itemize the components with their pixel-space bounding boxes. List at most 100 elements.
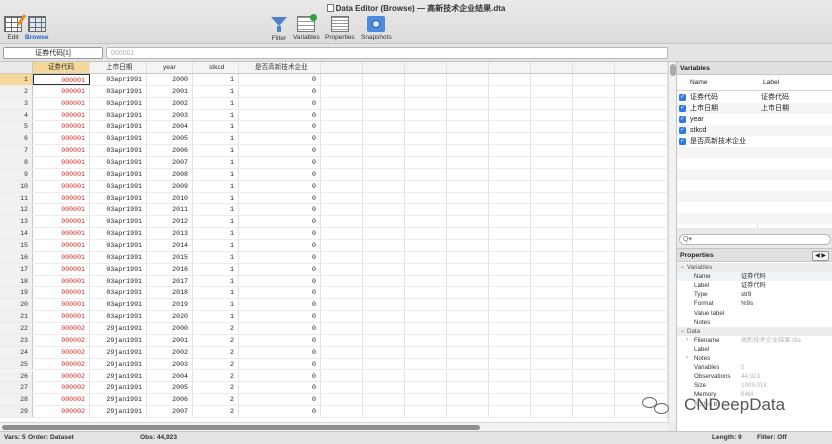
cell-hightech[interactable]: 0 (239, 334, 321, 346)
cell-stkcd[interactable]: 1 (193, 240, 239, 251)
cell-hightech[interactable]: 0 (239, 240, 321, 251)
cell-stkcd[interactable]: 1 (193, 74, 239, 85)
cell-hightech[interactable]: 0 (239, 275, 321, 287)
table-row[interactable]: 22 000002 29jan1991 2000 2 0 (0, 323, 668, 335)
row-number[interactable]: 16 (0, 251, 33, 263)
table-row[interactable]: 27 000002 29jan1991 2005 2 0 (0, 382, 668, 395)
property-row[interactable]: Observations 44,923 (677, 372, 832, 381)
cell-year[interactable]: 2003 (147, 358, 193, 370)
row-number[interactable]: 14 (0, 228, 33, 240)
property-row[interactable]: Notes (677, 318, 832, 327)
name-column-header[interactable]: Name (690, 75, 708, 91)
property-row[interactable]: Variables 5 (677, 363, 832, 372)
cell-listing-date[interactable]: 03apr1991 (90, 180, 147, 192)
cell-year[interactable]: 2010 (147, 192, 193, 204)
cell-stkcd[interactable]: 1 (193, 145, 239, 157)
horizontal-scroll-thumb[interactable] (2, 425, 480, 430)
cell-hightech[interactable]: 0 (239, 263, 321, 275)
cell-hightech[interactable]: 0 (239, 133, 321, 145)
cell-listing-date[interactable]: 03apr1991 (90, 240, 147, 251)
cell-hightech[interactable]: 0 (239, 85, 321, 97)
cell-stkcd[interactable]: 1 (193, 204, 239, 216)
cell-stkcd[interactable]: 2 (193, 370, 239, 382)
cell-hightech[interactable]: 0 (239, 287, 321, 299)
cell-stkcd[interactable]: 1 (193, 263, 239, 275)
cell-listing-date[interactable]: 03apr1991 (90, 145, 147, 157)
cell-hightech[interactable]: 0 (239, 228, 321, 240)
cell-hightech[interactable]: 0 (239, 251, 321, 263)
cell-stkcd[interactable]: 1 (193, 287, 239, 299)
cell-year[interactable]: 2006 (147, 394, 193, 406)
property-row[interactable]: Value label (677, 309, 832, 318)
cell-zqdm[interactable]: 000001 (33, 85, 90, 97)
row-number[interactable]: 2 (0, 85, 33, 97)
table-row[interactable]: 20 000001 03apr1991 2019 1 0 (0, 299, 668, 312)
row-number[interactable]: 5 (0, 121, 33, 133)
checkbox-checked-icon[interactable]: ✓ (679, 138, 686, 145)
variable-row[interactable]: ✓ 证券代码 证券代码 (677, 92, 832, 103)
cell-listing-date[interactable]: 03apr1991 (90, 109, 147, 121)
cell-stkcd[interactable]: 2 (193, 323, 239, 334)
data-grid[interactable]: 证券代码 上市日期 year stkcd 是否高新技术企业 1 000001 03a… (0, 62, 668, 422)
cell-zqdm[interactable]: 000001 (33, 275, 90, 287)
cell-year[interactable]: 2015 (147, 251, 193, 263)
cell-year[interactable]: 2000 (147, 323, 193, 334)
column-header[interactable]: year (147, 62, 193, 73)
row-number[interactable]: 8 (0, 157, 33, 168)
row-number[interactable]: 25 (0, 358, 33, 370)
variable-row[interactable]: ✓ year (677, 114, 832, 125)
cell-listing-date[interactable]: 03apr1991 (90, 74, 147, 85)
cell-hightech[interactable]: 0 (239, 145, 321, 157)
cell-listing-date[interactable]: 03apr1991 (90, 311, 147, 323)
property-row[interactable]: › Notes (677, 354, 832, 363)
variable-row[interactable]: ✓ 是否高新技术企业 (677, 136, 832, 147)
cell-zqdm[interactable]: 000002 (33, 323, 90, 334)
cell-hightech[interactable]: 0 (239, 382, 321, 394)
table-row[interactable]: 2 000001 03apr1991 2001 1 0 (0, 85, 668, 98)
cell-listing-date[interactable]: 03apr1991 (90, 85, 147, 97)
cell-listing-date[interactable]: 29jan1991 (90, 334, 147, 346)
row-number[interactable]: 13 (0, 216, 33, 228)
cell-year[interactable]: 2004 (147, 370, 193, 382)
row-number[interactable]: 22 (0, 323, 33, 334)
header-corner[interactable] (0, 62, 33, 73)
cell-year[interactable]: 2011 (147, 204, 193, 216)
cell-zqdm[interactable]: 000001 (33, 145, 90, 157)
cell-year[interactable]: 2002 (147, 97, 193, 109)
cell-zqdm[interactable]: 000001 (33, 216, 90, 228)
table-row[interactable]: 15 000001 03apr1991 2014 1 0 (0, 240, 668, 252)
cell-value-input[interactable]: 000001 (106, 47, 668, 59)
cell-year[interactable]: 2016 (147, 263, 193, 275)
properties-button[interactable]: Properties (325, 16, 355, 41)
row-number[interactable]: 4 (0, 109, 33, 121)
variable-row[interactable]: ✓ 上市日期 上市日期 (677, 103, 832, 114)
cell-zqdm[interactable]: 000001 (33, 204, 90, 216)
property-row[interactable]: Format %9s (677, 299, 832, 308)
column-header[interactable]: 证券代码 (33, 62, 90, 73)
cell-zqdm[interactable]: 000001 (33, 180, 90, 192)
table-row[interactable]: 4 000001 03apr1991 2003 1 0 (0, 109, 668, 122)
cell-year[interactable]: 2019 (147, 299, 193, 311)
cell-zqdm[interactable]: 000001 (33, 157, 90, 168)
cell-zqdm[interactable]: 000002 (33, 406, 90, 417)
table-row[interactable]: 19 000001 03apr1991 2018 1 0 (0, 287, 668, 300)
cell-zqdm[interactable]: 000001 (33, 109, 90, 121)
table-row[interactable]: 1 000001 03apr1991 2000 1 0 (0, 74, 668, 86)
cell-zqdm[interactable]: 000001 (33, 74, 90, 85)
row-number[interactable]: 18 (0, 275, 33, 287)
cell-zqdm[interactable]: 000001 (33, 168, 90, 180)
row-number[interactable]: 10 (0, 180, 33, 192)
table-row[interactable]: 17 000001 03apr1991 2016 1 0 (0, 263, 668, 276)
row-number[interactable]: 9 (0, 168, 33, 180)
row-number[interactable]: 28 (0, 394, 33, 406)
cell-listing-date[interactable]: 29jan1991 (90, 370, 147, 382)
cell-hightech[interactable]: 0 (239, 299, 321, 311)
cell-listing-date[interactable]: 03apr1991 (90, 204, 147, 216)
cell-zqdm[interactable]: 000002 (33, 382, 90, 394)
cell-listing-date[interactable]: 03apr1991 (90, 97, 147, 109)
table-row[interactable]: 28 000002 29jan1991 2006 2 0 (0, 394, 668, 407)
cell-zqdm[interactable]: 000001 (33, 133, 90, 145)
disclosure-open-icon[interactable]: ⌄ (680, 327, 685, 336)
table-row[interactable]: 8 000001 03apr1991 2007 1 0 (0, 157, 668, 169)
cell-stkcd[interactable]: 1 (193, 121, 239, 133)
